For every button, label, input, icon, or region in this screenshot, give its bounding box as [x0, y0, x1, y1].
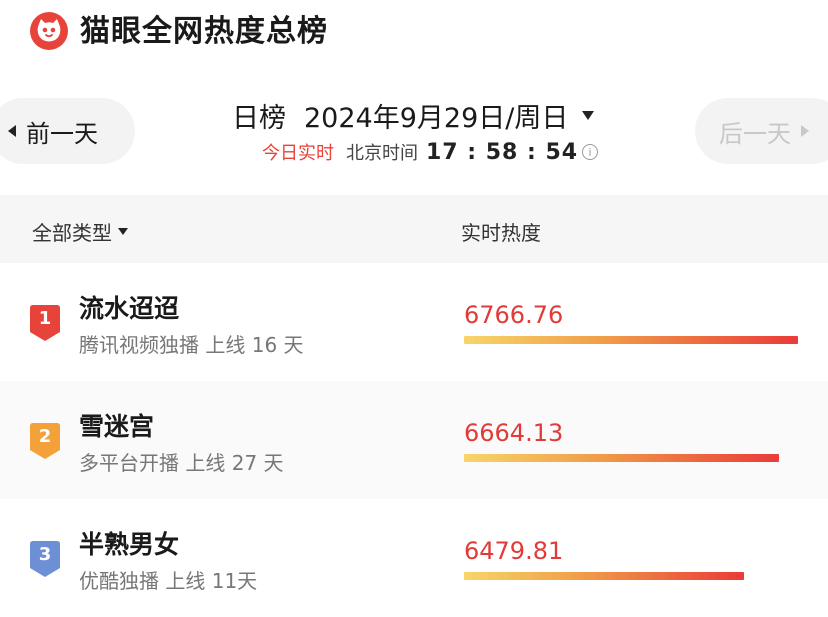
date-navigator: 前一天 日榜 2024年9月29日/周日 今日实时 北京时间 17 : 58 :… [0, 95, 828, 170]
chevron-right-icon [801, 125, 809, 137]
realtime-clock: 今日实时 北京时间 17 : 58 : 54 i [262, 139, 599, 165]
next-day-button[interactable]: 后一天 [695, 98, 828, 164]
show-title: 流水迢迢 [79, 294, 180, 323]
ranking-row[interactable]: 2 雪迷宫 多平台开播 上线 27 天 6664.13 [0, 381, 828, 499]
page-title: 猫眼全网热度总榜 [80, 14, 328, 49]
clock-time: 17 : 58 : 54 [426, 139, 579, 165]
date-label[interactable]: 2024年9月29日/周日 [304, 96, 568, 135]
date-selector: 日榜 2024年9月29日/周日 今日实时 北京时间 17 : 58 : 54 … [232, 95, 612, 165]
heat-value: 6664.13 [464, 419, 564, 447]
realtime-label: 今日实时 [262, 143, 334, 164]
heat-value: 6766.76 [464, 301, 564, 329]
chevron-down-icon[interactable] [582, 110, 595, 120]
rank-badge: 3 [30, 541, 60, 577]
chevron-left-icon [8, 125, 16, 137]
ranking-row[interactable]: 3 半熟男女 优酷独播 上线 11天 6479.81 [0, 499, 828, 617]
cat-face-icon [30, 12, 68, 50]
info-icon[interactable]: i [582, 144, 599, 160]
chart-type-label: 日榜 [232, 102, 286, 134]
show-title: 雪迷宫 [79, 412, 155, 441]
type-filter-dropdown[interactable]: 全部类型 [32, 217, 128, 246]
ranking-row[interactable]: 1 流水迢迢 腾讯视频独播 上线 16 天 6766.76 [0, 263, 828, 381]
previous-day-label: 前一天 [26, 119, 98, 148]
show-title: 半熟男女 [79, 530, 180, 559]
table-header: 全部类型 实时热度 [0, 195, 828, 263]
previous-day-button[interactable]: 前一天 [0, 98, 135, 164]
rank-badge: 1 [30, 305, 60, 341]
next-day-label: 后一天 [719, 119, 791, 148]
heat-value: 6479.81 [464, 537, 564, 565]
type-filter-label: 全部类型 [32, 221, 112, 245]
show-meta: 多平台开播 上线 27 天 [79, 451, 284, 475]
heat-column-header: 实时热度 [461, 221, 541, 245]
ranking-list: 1 流水迢迢 腾讯视频独播 上线 16 天 6766.76 2 雪迷宫 多平台开… [0, 263, 828, 617]
timezone-label: 北京时间 [346, 143, 418, 164]
heat-bar [464, 336, 798, 344]
show-meta: 优酷独播 上线 11天 [79, 569, 258, 593]
app-header: 猫眼全网热度总榜 [0, 0, 828, 70]
heat-bar [464, 454, 779, 462]
heat-bar [464, 572, 744, 580]
rank-badge: 2 [30, 423, 60, 459]
chevron-down-icon [118, 228, 128, 235]
show-meta: 腾讯视频独播 上线 16 天 [79, 333, 304, 357]
